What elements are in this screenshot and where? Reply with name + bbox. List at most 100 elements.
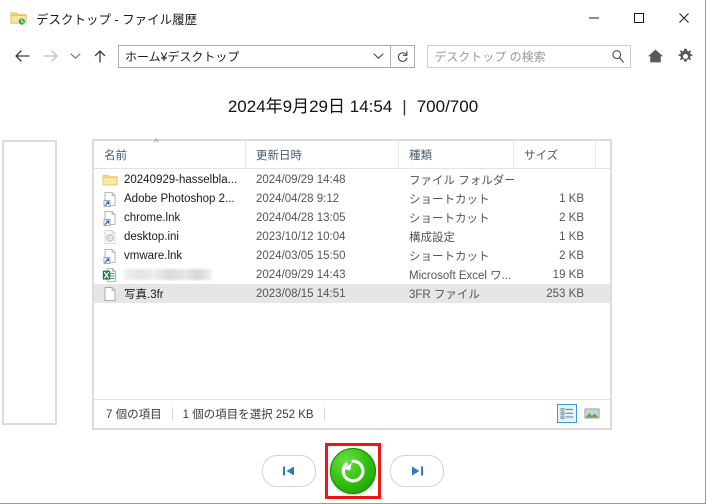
file-type-cell: ファイル フォルダー: [409, 174, 514, 187]
file-name-label: Adobe Photoshop 2...: [124, 192, 235, 205]
home-icon[interactable]: [643, 42, 669, 70]
file-type-cell: 3FR ファイル: [409, 288, 480, 301]
file-name-label: 写真.3fr: [124, 288, 164, 301]
table-row[interactable]: desktop.ini 2023/10/12 10:04 構成設定 1 KB: [94, 227, 610, 246]
table-row[interactable]: 2024/09/29 14:43 Microsoft Excel ワ... 19 K…: [94, 265, 610, 284]
file-date-cell: 2023/10/12 10:04: [256, 230, 346, 243]
recent-locations-button[interactable]: [64, 40, 86, 72]
file-date-cell: 2024/04/28 9:12: [256, 192, 340, 205]
file-list-panel: 名前 ^ 更新日時 種類 サイズ 20240929-hasselbla... 20…: [92, 138, 612, 430]
minimize-button[interactable]: [571, 0, 616, 36]
file-name-cell: chrome.lnk: [94, 210, 246, 226]
ini-config-icon: [104, 229, 116, 244]
selection-info-label: 1 個の項目を選択 252 KB: [182, 409, 314, 421]
file-name-cell: 20240929-hasselbla...: [94, 172, 246, 188]
column-headers: 名前 ^ 更新日時 種類 サイズ: [94, 138, 610, 169]
file-name-cell: 写真.3fr: [94, 286, 246, 302]
file-size-cell: 2 KB: [559, 249, 584, 262]
next-version-button[interactable]: [390, 454, 444, 487]
file-history-folder-icon: [10, 10, 28, 26]
file-name-cell: Adobe Photoshop 2...: [94, 191, 246, 207]
generic-file-icon: [104, 286, 116, 301]
file-type-cell: Microsoft Excel ワ...: [409, 269, 512, 282]
shortcut-icon: [103, 210, 116, 226]
previous-version-preview-frame[interactable]: [2, 140, 57, 425]
file-type-cell: ショートカット: [409, 250, 490, 263]
restore-button-wrapper: [325, 442, 381, 499]
file-date-cell: 2024/04/28 13:05: [256, 211, 346, 224]
file-name-cell: vmware.lnk: [94, 248, 246, 264]
search-placeholder: デスクトップ の検索: [434, 49, 546, 64]
file-date-cell: 2023/08/15 14:51: [256, 287, 346, 300]
file-date-cell: 2024/09/29 14:48: [256, 173, 346, 186]
sort-ascending-icon: ^: [154, 138, 159, 149]
table-row[interactable]: Adobe Photoshop 2... 2024/04/28 9:12 ショートカ…: [94, 189, 610, 208]
file-name-cell: desktop.ini: [94, 229, 246, 245]
folder-icon: [102, 174, 118, 185]
file-type-cell: 構成設定: [409, 231, 455, 244]
column-header-name[interactable]: 名前 ^: [94, 138, 246, 168]
file-size-cell: 1 KB: [559, 192, 584, 205]
previous-version-button[interactable]: [262, 454, 316, 487]
chevron-down-icon[interactable]: [368, 46, 390, 67]
file-name-cell: [94, 267, 246, 283]
table-row[interactable]: chrome.lnk 2024/04/28 13:05 ショートカット 2 KB: [94, 208, 610, 227]
file-type-cell: ショートカット: [409, 212, 490, 225]
column-header-name-label: 名前: [104, 149, 127, 162]
file-name-label: vmware.lnk: [124, 249, 183, 262]
file-size-cell: 2 KB: [559, 211, 584, 224]
status-bar: 7 個の項目 1 個の項目を選択 252 KB: [94, 399, 610, 428]
address-bar[interactable]: ホーム¥デスクトップ: [118, 44, 391, 68]
version-navigation-bar: [0, 442, 705, 499]
large-icons-view-button[interactable]: [582, 404, 602, 423]
search-icon: [611, 49, 625, 69]
file-date-cell: 2024/09/29 14:43: [256, 268, 346, 281]
column-header-date-label: 更新日時: [256, 149, 302, 162]
version-header: 2024年9月29日 14:54 | 700/700: [0, 92, 705, 117]
file-size-cell: 1 KB: [559, 230, 584, 243]
status-divider-2: [323, 407, 325, 421]
search-input[interactable]: デスクトップ の検索: [427, 44, 631, 69]
file-date-cell: 2024/03/05 15:50: [256, 249, 346, 262]
column-header-date[interactable]: 更新日時: [246, 141, 399, 168]
file-name-label: desktop.ini: [124, 230, 179, 243]
forward-button[interactable]: [36, 40, 64, 72]
redacted-file-name: [124, 269, 212, 280]
back-button[interactable]: [8, 40, 36, 72]
file-rows: 20240929-hasselbla... 2024/09/29 14:48 ファイ…: [94, 169, 610, 399]
shortcut-icon: [103, 191, 116, 207]
column-header-size-label: サイズ: [524, 149, 559, 162]
close-button[interactable]: [661, 0, 705, 36]
gear-icon[interactable]: [672, 42, 698, 70]
view-mode-buttons: [557, 404, 602, 423]
status-divider-1: [171, 407, 173, 421]
table-row[interactable]: 20240929-hasselbla... 2024/09/29 14:48 ファイ…: [94, 170, 610, 189]
window-title: デスクトップ - ファイル履歴: [36, 12, 198, 27]
file-size-cell: 19 KB: [552, 268, 584, 281]
up-button[interactable]: [86, 40, 114, 72]
window-controls: [571, 0, 705, 36]
file-size-cell: 253 KB: [546, 287, 584, 300]
restore-button-highlight: [325, 442, 381, 499]
address-toolbar: ホーム¥デスクトップ デスクトップ の検索: [0, 36, 705, 76]
version-date: 2024年9月29日 14:54: [227, 97, 393, 116]
table-row[interactable]: vmware.lnk 2024/03/05 15:50 ショートカット 2 KB: [94, 246, 610, 265]
refresh-button[interactable]: [390, 44, 416, 68]
column-header-type-label: 種類: [409, 149, 432, 162]
details-view-button[interactable]: [557, 404, 577, 423]
file-type-cell: ショートカット: [409, 193, 490, 206]
table-row[interactable]: 写真.3fr 2023/08/15 14:51 3FR ファイル 253 KB: [94, 284, 610, 303]
title-bar: デスクトップ - ファイル履歴: [0, 0, 705, 36]
address-text: ホーム¥デスクトップ: [125, 49, 240, 64]
shortcut-icon: [103, 248, 116, 264]
file-name-label: chrome.lnk: [124, 211, 181, 224]
column-header-type[interactable]: 種類: [399, 141, 514, 168]
item-count-label: 7 個の項目: [106, 409, 162, 421]
version-counter: 700/700: [416, 97, 479, 116]
header-separator: |: [402, 97, 407, 116]
excel-icon: [102, 267, 117, 282]
file-history-window: デスクトップ - ファイル履歴 ホーム¥デスクトップ デスクトップ の検索 20…: [0, 0, 706, 504]
column-header-size[interactable]: サイズ: [514, 141, 596, 168]
file-name-label: 20240929-hasselbla...: [124, 173, 238, 186]
maximize-button[interactable]: [616, 0, 661, 36]
